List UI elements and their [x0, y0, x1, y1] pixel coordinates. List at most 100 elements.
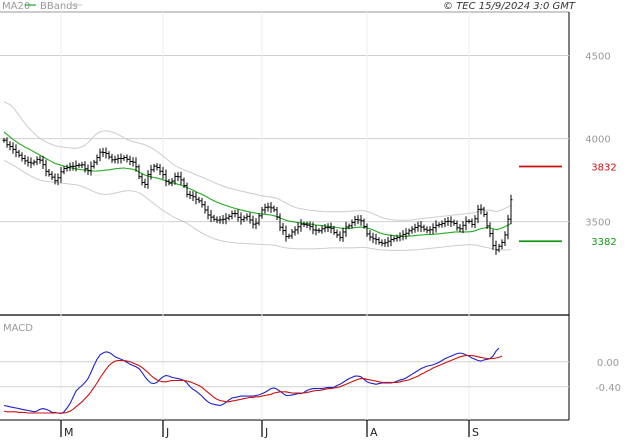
x-tick-label: J: [165, 426, 169, 439]
ohlc-bar: [353, 215, 357, 227]
x-tick-label: J: [264, 426, 268, 439]
ohlc-bar: [101, 147, 105, 157]
ohlc-bar: [11, 142, 15, 154]
ohlc-bar: [164, 169, 168, 187]
ohlc-bar: [296, 222, 300, 235]
ohlc-bar: [227, 213, 231, 221]
ohlc-bar: [98, 148, 102, 162]
ohlc-bar: [185, 182, 189, 198]
ohlc-bar: [284, 225, 288, 242]
ohlc-bar: [143, 178, 147, 189]
ma-legend-label: MA20: [2, 1, 30, 12]
ohlc-bar: [197, 196, 201, 204]
macd-title: MACD: [3, 323, 33, 334]
bbands-legend-label: BBands: [40, 1, 78, 12]
ohlc-bar: [338, 231, 342, 242]
ohlc-bar: [206, 205, 210, 220]
ohlc-bar: [482, 206, 486, 217]
ohlc-bar: [218, 216, 222, 224]
ohlc-bar: [266, 202, 270, 212]
ohlc-bar: [62, 166, 66, 175]
ohlc-bar: [290, 228, 294, 239]
ohlc-bar: [308, 221, 312, 231]
ohlc-bar: [239, 212, 243, 225]
ohlc-bar: [281, 222, 285, 235]
ohlc-bar: [242, 215, 246, 222]
ohlc-bar: [146, 170, 150, 189]
ohlc-bar: [452, 219, 456, 226]
ohlc-bar: [59, 166, 63, 183]
ohlc-bar: [50, 171, 54, 181]
ohlc-bar: [413, 223, 417, 233]
ohlc-bar: [503, 231, 507, 247]
ohlc-bar: [464, 216, 468, 231]
x-tick-label: S: [472, 426, 479, 439]
ohlc-bar: [20, 152, 24, 162]
ohlc-bar: [509, 194, 513, 225]
ohlc-bar: [407, 228, 411, 236]
ohlc-bar: [500, 239, 504, 250]
ohlc-bar: [65, 164, 69, 172]
ohlc-bar: [8, 141, 12, 151]
ohlc-bar: [317, 227, 321, 234]
ohlc-bar: [212, 214, 216, 222]
ohlc-bar: [497, 243, 501, 253]
ohlc-bar: [506, 214, 510, 240]
ohlc-bar: [341, 227, 345, 242]
ohlc-bar: [245, 213, 249, 221]
ohlc-bar: [404, 228, 408, 240]
ohlc-bar: [188, 190, 192, 200]
ohlc-bar: [191, 191, 195, 202]
ohlc-bar: [104, 147, 108, 159]
ohlc-bar: [446, 216, 450, 226]
signal-line: [3, 354, 503, 414]
x-axis-ticks: MJJAS: [60, 420, 479, 439]
ohlc-bar: [140, 173, 144, 186]
ohlc-bar: [224, 213, 228, 225]
ohlc-bar: [329, 222, 333, 234]
ohlc-bar: [260, 207, 264, 219]
ohlc-bar: [194, 191, 198, 205]
ohlc-bar: [26, 156, 30, 167]
macd-ytick-label: 0.00: [597, 358, 619, 369]
ohlc-bar: [368, 230, 372, 241]
ohlc-bar: [119, 153, 123, 164]
ohlc-bar: [371, 232, 375, 244]
bb-upper-line: [3, 101, 512, 221]
ohlc-bar: [365, 223, 369, 237]
ohlc-bar: [158, 163, 162, 175]
ohlc-bar: [110, 154, 114, 163]
ohlc-bar: [230, 210, 234, 220]
price-ytick-labels: 3500 4000 4500: [585, 52, 610, 229]
support-level-label: 3382: [591, 237, 616, 248]
ohlc-bar: [236, 209, 240, 222]
ohlc-bar: [437, 222, 441, 228]
ohlc-bar: [257, 213, 261, 226]
ohlc-bar: [32, 159, 36, 166]
price-ytick-label: 4500: [585, 52, 610, 63]
ohlc-bar: [320, 225, 324, 234]
ohlc-bar: [23, 154, 27, 165]
ohlc-bar: [302, 221, 306, 227]
ohlc-bar: [449, 216, 453, 227]
ohlc-bar: [17, 149, 21, 158]
bb-lower-line: [3, 159, 512, 251]
ohlc-bar: [47, 168, 51, 177]
ohlc-bar: [176, 172, 180, 182]
ohlc-bar: [467, 218, 471, 224]
ohlc-bar: [431, 223, 435, 235]
ohlc-bar: [458, 224, 462, 233]
ohlc-bar: [29, 157, 33, 169]
ohlc-bar: [359, 214, 363, 226]
ohlc-bar: [272, 205, 276, 213]
ohlc-bar: [299, 219, 303, 232]
ohlc-bar: [383, 239, 387, 247]
ohlc-bar: [422, 224, 426, 232]
macd-ytick-label: -0.40: [595, 383, 621, 394]
ohlc-bar: [293, 226, 297, 236]
ohlc-bar: [128, 155, 132, 166]
ohlc-bar: [14, 144, 18, 158]
ohlc-bar: [74, 160, 78, 172]
ohlc-bar: [80, 161, 84, 169]
ohlc-bar: [344, 221, 348, 237]
